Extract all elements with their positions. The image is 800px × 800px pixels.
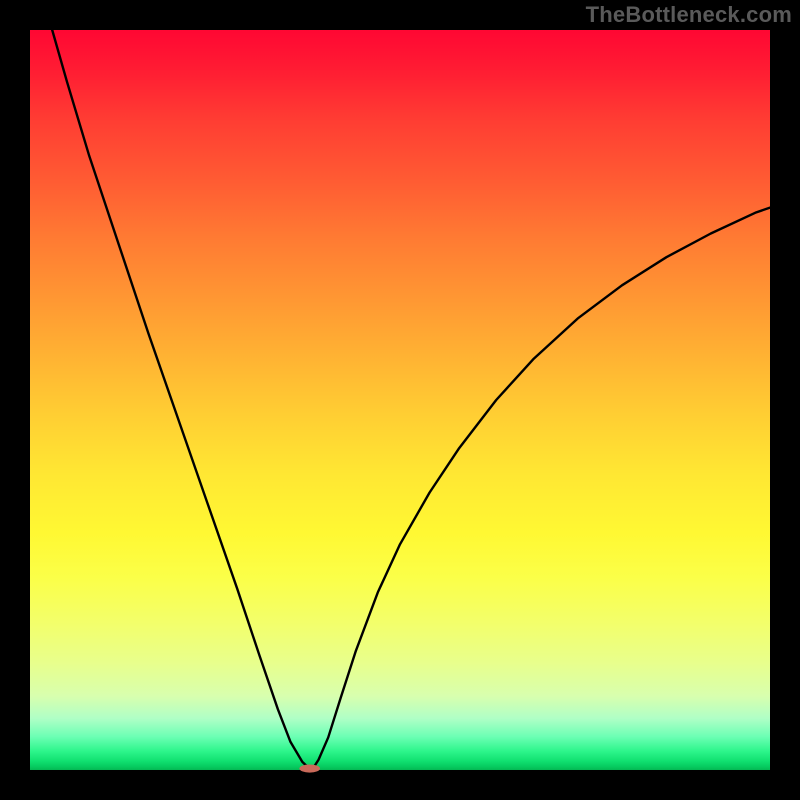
plot-area bbox=[30, 30, 770, 770]
chart-frame: TheBottleneck.com bbox=[0, 0, 800, 800]
min-marker bbox=[299, 764, 320, 772]
curve-svg bbox=[30, 30, 770, 770]
bottleneck-curve-path bbox=[52, 30, 770, 770]
watermark-text: TheBottleneck.com bbox=[586, 2, 792, 28]
